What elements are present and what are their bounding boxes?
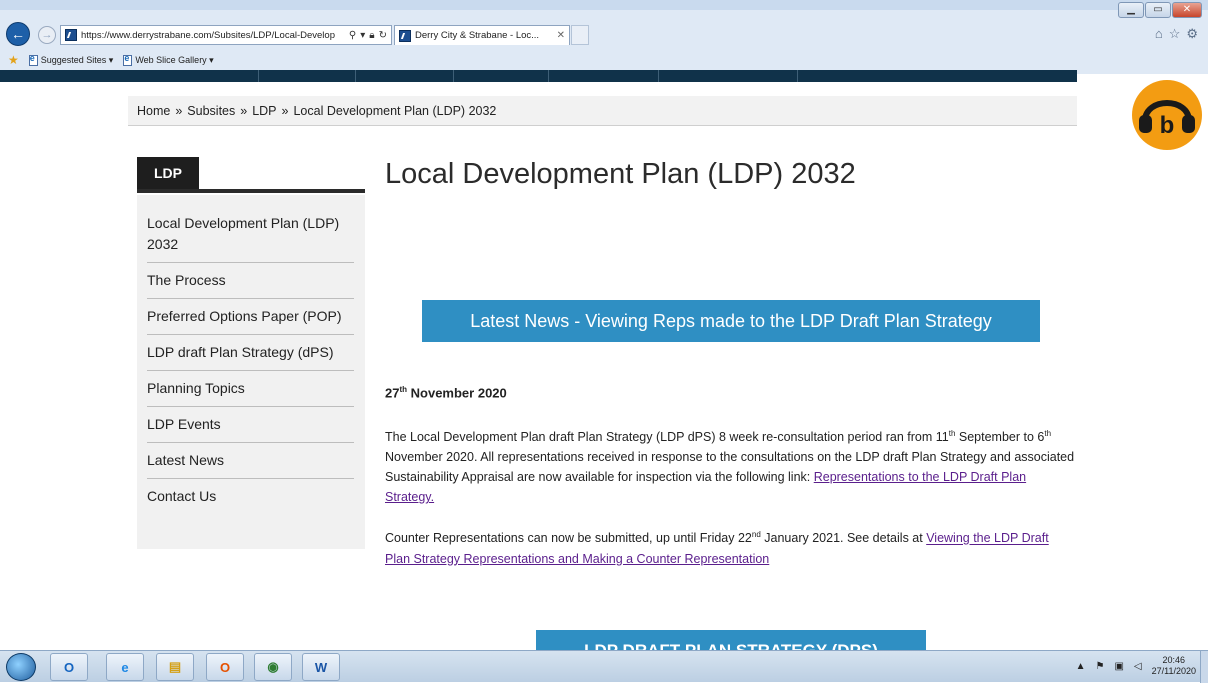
sidebar-item-ldp-2032[interactable]: Local Development Plan (LDP) 2032 [147, 213, 354, 263]
show-hidden-icons-icon[interactable]: ▲ [1076, 661, 1086, 672]
svg-text:b: b [1160, 112, 1175, 139]
network-icon[interactable]: ▣ [1114, 661, 1123, 672]
breadcrumb-home[interactable]: Home [137, 104, 170, 118]
taskbar: O e ▤ O ◉ W ▲ ⚑ ▣ ◁ 20:46 27/11/2020 [0, 650, 1208, 683]
tab-close-icon[interactable]: ✕ [557, 30, 569, 41]
favorites-star-icon[interactable]: ☆ [1169, 26, 1181, 42]
sidebar-header: LDP [137, 157, 365, 195]
browser-tab[interactable]: Derry City & Strabane - Loc... ✕ [394, 25, 570, 45]
sidebar-item-ldp-events[interactable]: LDP Events [147, 414, 354, 443]
lock-icon[interactable]: 🔒︎ [369, 30, 374, 41]
news-paragraph-2: Counter Representations can now be submi… [385, 530, 1049, 566]
action-center-flag-icon[interactable]: ⚑ [1095, 661, 1104, 672]
tab-title: Derry City & Strabane - Loc... [415, 30, 540, 41]
maximize-button[interactable]: ▭ [1145, 2, 1171, 18]
nav-divider [658, 70, 659, 82]
start-button[interactable] [6, 653, 36, 681]
ie-page-icon [123, 53, 133, 66]
clock-time: 20:46 [1162, 655, 1186, 665]
sidebar-item-latest-news[interactable]: Latest News [147, 450, 354, 479]
home-icon[interactable]: ⌂ [1155, 26, 1163, 42]
favorites-add-icon[interactable]: ★ [8, 53, 19, 67]
sidebar: LDP Local Development Plan (LDP) 2032 Th… [137, 157, 365, 549]
sidebar-item-pop[interactable]: Preferred Options Paper (POP) [147, 306, 354, 335]
title-bar [0, 0, 1208, 10]
sidebar-item-the-process[interactable]: The Process [147, 270, 354, 299]
clock-date: 27/11/2020 [1151, 666, 1196, 676]
breadcrumb-separator: » [240, 103, 248, 118]
nav-divider [797, 70, 798, 82]
breadcrumb: Home » Subsites » LDP » Local Developmen… [128, 96, 1077, 126]
favorite-web-slice-gallery[interactable]: Web Slice Gallery ▾ [123, 53, 214, 66]
dropdown-icon[interactable]: ▾ [360, 30, 365, 41]
office-icon[interactable]: O [206, 653, 244, 681]
breadcrumb-current: Local Development Plan (LDP) 2032 [293, 103, 497, 118]
nav-divider [258, 70, 259, 82]
address-bar-icons: ⚲ ▾ 🔒︎ ↻ [345, 30, 391, 41]
nav-divider [355, 70, 356, 82]
file-explorer-icon[interactable]: ▤ [156, 653, 194, 681]
ie-page-icon [28, 53, 38, 66]
minimize-button[interactable]: ▁ [1118, 2, 1144, 18]
internet-explorer-icon[interactable]: e [106, 653, 144, 681]
page-title: Local Development Plan (LDP) 2032 [385, 158, 856, 190]
refresh-icon[interactable]: ↻ [379, 30, 387, 41]
nav-divider [453, 70, 454, 82]
sidebar-item-planning-topics[interactable]: Planning Topics [147, 378, 354, 407]
window-controls: ▁ ▭ ✕ [1118, 2, 1202, 18]
back-button[interactable]: ← [6, 22, 30, 46]
clock[interactable]: 20:46 27/11/2020 [1152, 655, 1196, 677]
sidebar-menu: Local Development Plan (LDP) 2032 The Pr… [137, 195, 365, 514]
sidebar-heading: LDP [137, 157, 199, 189]
address-bar[interactable]: https://www.derrystrabane.com/Subsites/L… [60, 25, 392, 45]
chrome-icon[interactable]: ◉ [254, 653, 292, 681]
main-content: 27th November 2020 The Local Development… [385, 380, 1077, 587]
forward-button[interactable]: → [38, 26, 56, 44]
word-icon[interactable]: W [302, 653, 340, 681]
sidebar-item-dps[interactable]: LDP draft Plan Strategy (dPS) [147, 342, 354, 371]
browser-chrome: ▁ ▭ ✕ ← → https://www.derrystrabane.com/… [0, 0, 1208, 74]
site-nav-bar [0, 70, 1077, 82]
favorite-suggested-sites[interactable]: Suggested Sites ▾ [28, 53, 113, 66]
close-window-button[interactable]: ✕ [1172, 2, 1202, 18]
new-tab-button[interactable] [571, 25, 589, 45]
settings-gear-icon[interactable]: ⚙ [1186, 26, 1198, 42]
navigation-row: ← → https://www.derrystrabane.com/Subsit… [0, 22, 1208, 46]
latest-news-button[interactable]: Latest News - Viewing Reps made to the L… [422, 300, 1040, 342]
news-paragraph-1: The Local Development Plan draft Plan St… [385, 429, 1075, 505]
site-favicon-icon [65, 29, 77, 41]
favorites-bar: ★ Suggested Sites ▾ Web Slice Gallery ▾ [0, 52, 1208, 68]
news-date: 27th November 2020 [385, 385, 507, 401]
outlook-icon[interactable]: O [50, 653, 88, 681]
sidebar-item-contact-us[interactable]: Contact Us [147, 486, 354, 514]
headphones-icon[interactable]: b [1131, 79, 1203, 151]
show-desktop-button[interactable] [1200, 651, 1208, 683]
browser-toolbar-icons: ⌂ ☆ ⚙ [1155, 26, 1198, 42]
nav-divider [548, 70, 549, 82]
breadcrumb-ldp[interactable]: LDP [252, 104, 276, 118]
system-tray: ▲ ⚑ ▣ ◁ 20:46 27/11/2020 [1076, 655, 1196, 677]
search-icon[interactable]: ⚲ [349, 30, 356, 41]
volume-icon[interactable]: ◁ [1134, 661, 1142, 672]
breadcrumb-separator: » [281, 103, 289, 118]
url-text[interactable]: https://www.derrystrabane.com/Subsites/L… [81, 30, 345, 41]
tab-favicon-icon [399, 29, 411, 42]
breadcrumb-separator: » [175, 103, 183, 118]
sidebar-divider [137, 189, 365, 193]
breadcrumb-subsites[interactable]: Subsites [187, 104, 235, 118]
